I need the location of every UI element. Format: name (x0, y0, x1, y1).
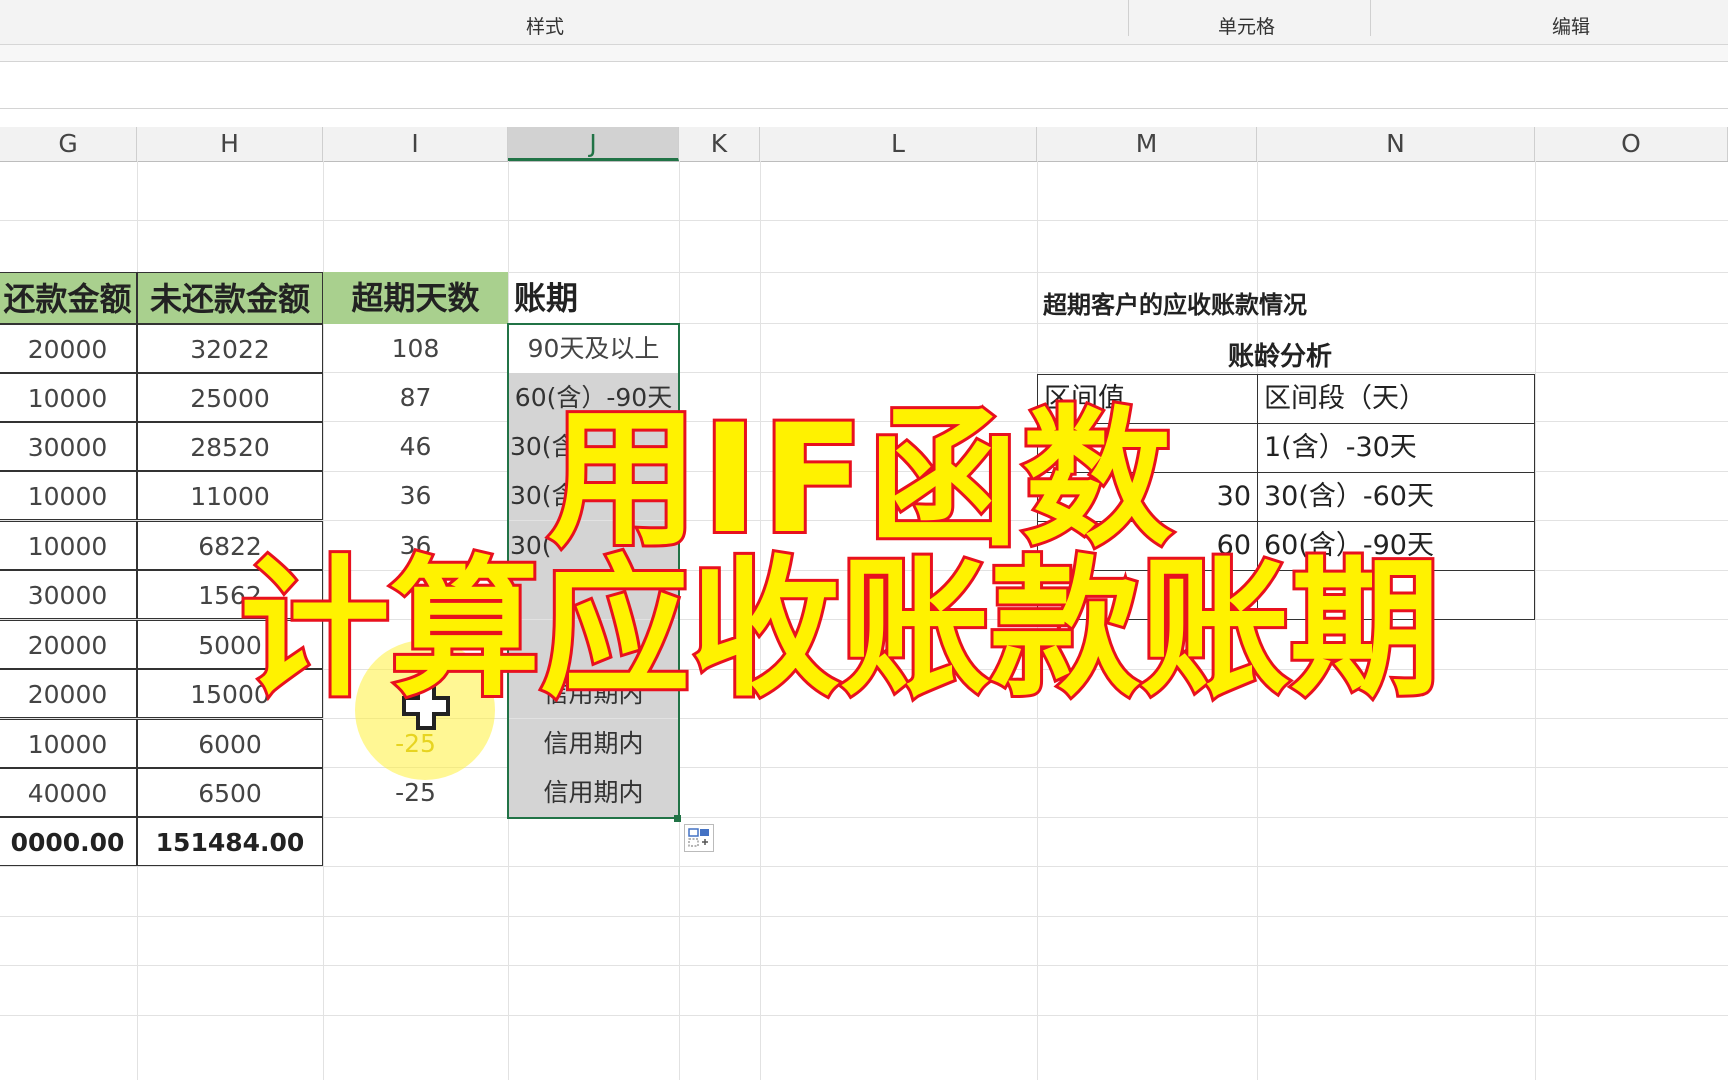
column-header-j[interactable]: J (508, 127, 679, 161)
grid-line (0, 916, 1728, 917)
ribbon: 样式 单元格 编辑 (0, 0, 1728, 45)
header-credit-term[interactable]: 账期 (508, 272, 679, 324)
summary-cell-range[interactable]: 1(含）-30天 (1257, 423, 1535, 473)
cell-unpaid[interactable]: 6000 (137, 719, 323, 768)
summary-subtitle[interactable]: 账龄分析 (1228, 336, 1332, 373)
ribbon-group-styles: 样式 (526, 16, 565, 38)
cell-paid[interactable]: 10000 (0, 521, 137, 570)
cell-paid[interactable]: 20000 (0, 620, 137, 669)
quick-analysis-icon[interactable] (684, 824, 714, 852)
ribbon-group-cells: 单元格 (1218, 16, 1276, 38)
cell-unpaid[interactable]: 28520 (137, 422, 323, 471)
ribbon-separator (1128, 0, 1129, 36)
cell-unpaid[interactable]: 6500 (137, 768, 323, 817)
ribbon-collapse-bar (0, 45, 1728, 62)
column-header-h[interactable]: H (137, 127, 323, 161)
summary-title[interactable]: 超期客户的应收账款情况 (1043, 285, 1307, 320)
cell-paid[interactable]: 20000 (0, 669, 137, 718)
total-paid[interactable]: 0000.00 (0, 817, 137, 866)
grid-line (0, 220, 1728, 221)
cell-paid[interactable]: 10000 (0, 719, 137, 768)
overlay-title-line2: 计算应收账款账期 (237, 543, 1443, 717)
column-header-i[interactable]: I (323, 127, 508, 161)
fill-handle[interactable] (674, 815, 681, 822)
grid-line (0, 965, 1728, 966)
cell-overdue[interactable]: 36 (323, 471, 508, 520)
column-header-k[interactable]: K (679, 127, 760, 161)
column-header-g[interactable]: G (0, 127, 137, 161)
grid-line (0, 866, 1728, 867)
cell-unpaid[interactable]: 32022 (137, 324, 323, 373)
column-header-m[interactable]: M (1037, 127, 1257, 161)
ribbon-separator (1370, 0, 1371, 36)
cell-overdue[interactable]: 108 (323, 324, 508, 373)
formula-bar[interactable] (0, 62, 1728, 109)
cell-overdue[interactable]: 46 (323, 422, 508, 471)
ribbon-group-edit: 编辑 (1552, 16, 1591, 38)
summary-header-range[interactable]: 区间段（天） (1257, 374, 1535, 424)
overlay-title-line1: 用IF函数 (545, 393, 1177, 567)
column-header-o[interactable]: O (1535, 127, 1728, 161)
cell-unpaid[interactable]: 11000 (137, 471, 323, 520)
cell-paid[interactable]: 30000 (0, 422, 137, 471)
header-unpaid-amount[interactable]: 未还款金额 (137, 272, 323, 324)
cell-paid[interactable]: 40000 (0, 768, 137, 817)
column-header-n[interactable]: N (1257, 127, 1535, 161)
header-overdue-days[interactable]: 超期天数 (323, 272, 508, 324)
total-unpaid[interactable]: 151484.00 (137, 817, 323, 866)
grid-line (0, 1015, 1728, 1016)
cell-paid[interactable]: 10000 (0, 471, 137, 520)
grid-line (1535, 161, 1536, 1080)
column-header-l[interactable]: L (760, 127, 1037, 161)
summary-cell-range[interactable]: 30(含）-60天 (1257, 472, 1535, 522)
header-paid-amount[interactable]: 还款金额 (0, 272, 137, 324)
column-header-row: G H I J K L M N O (0, 127, 1728, 162)
cell-unpaid[interactable]: 25000 (137, 373, 323, 422)
cell-overdue[interactable]: 87 (323, 373, 508, 422)
cell-paid[interactable]: 30000 (0, 570, 137, 619)
cell-paid[interactable]: 20000 (0, 324, 137, 373)
cell-paid[interactable]: 10000 (0, 373, 137, 422)
